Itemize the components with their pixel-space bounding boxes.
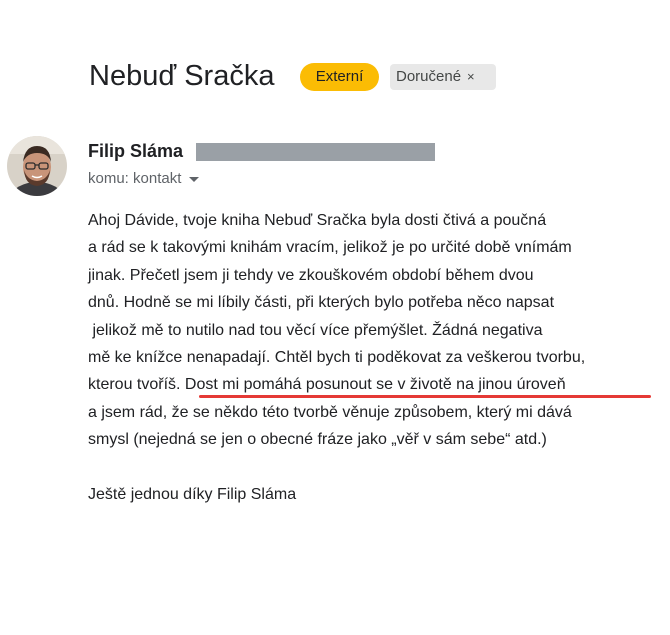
body-line: mě ke knížce nenapadají. Chtěl bych ti p… bbox=[88, 348, 586, 366]
avatar-image bbox=[7, 136, 67, 196]
inbox-label-text: Doručené bbox=[396, 68, 462, 85]
body-line: a jsem rád, že se někdo této tvorbě věnu… bbox=[88, 403, 572, 421]
body-line: jinak. Přečetl jsem ji tehdy ve zkouškov… bbox=[88, 266, 534, 284]
email-signature: Ještě jednou díky Filip Sláma bbox=[88, 486, 297, 503]
avatar[interactable] bbox=[7, 136, 67, 196]
sender-name: Filip Sláma bbox=[88, 141, 184, 161]
redacted-email-address bbox=[196, 143, 435, 161]
recipient-line[interactable]: komu: kontakt bbox=[88, 170, 200, 187]
body-line: a rád se k takovými knihám vracím, jelik… bbox=[88, 239, 572, 257]
close-icon[interactable]: × bbox=[467, 69, 475, 84]
body-line: dnů. Hodně se mi líbily části, při který… bbox=[88, 294, 555, 312]
highlight-underline bbox=[199, 395, 651, 398]
email-body: Ahoj Dávide, tvoje kniha Nebuď Sračka by… bbox=[88, 207, 668, 454]
body-line: jelikož mě to nutilo nad tou věcí více p… bbox=[88, 321, 543, 339]
email-subject: Nebuď Sračka bbox=[89, 60, 275, 92]
inbox-label-chip[interactable]: Doručené × bbox=[390, 64, 496, 90]
chevron-down-icon[interactable] bbox=[189, 176, 200, 182]
body-line: smysl (nejedná se jen o obecné fráze jak… bbox=[88, 431, 547, 449]
external-badge: Externí bbox=[300, 63, 379, 91]
recipient-text: komu: kontakt bbox=[88, 170, 182, 187]
body-line: Ahoj Dávide, tvoje kniha Nebuď Sračka by… bbox=[88, 212, 547, 229]
